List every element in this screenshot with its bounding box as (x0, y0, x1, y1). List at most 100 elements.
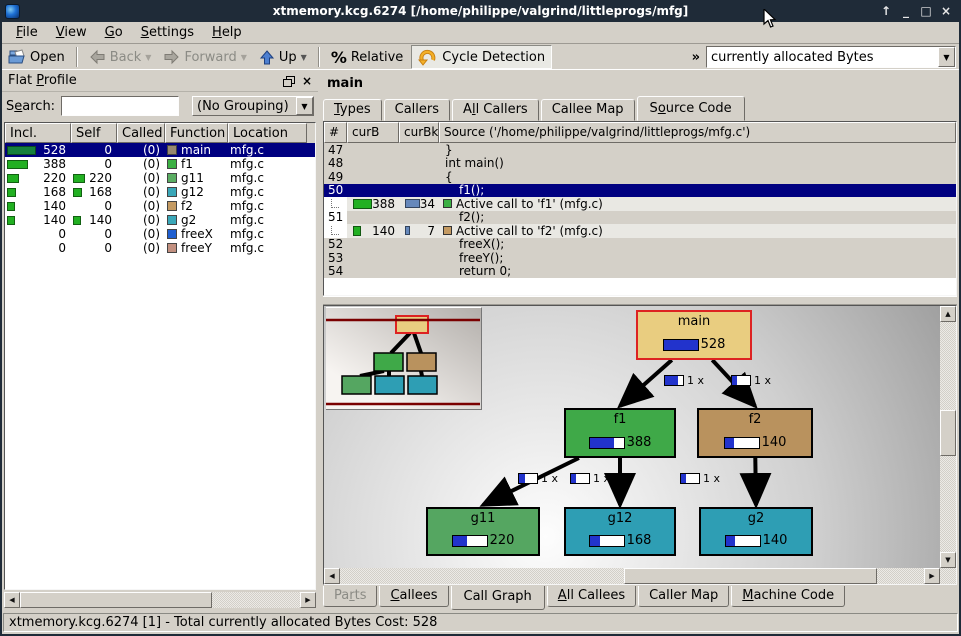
scroll-right-icon[interactable]: ▶ (924, 568, 940, 584)
forward-dropdown-icon[interactable]: ▼ (241, 53, 247, 62)
self-value: 0 (104, 199, 117, 213)
callee-color-icon (443, 199, 452, 208)
combo-arrow-icon[interactable]: ▼ (296, 97, 313, 115)
column-header-called[interactable]: Called (117, 123, 165, 143)
flat-profile-body: 5280(0)mainmfg.c3880(0)f1mfg.c220220(0)g… (5, 143, 315, 255)
flat-profile-row-g2[interactable]: 140140(0)g2mfg.c (5, 213, 315, 227)
flat-profile-hscrollbar[interactable]: ◀ ▶ (4, 592, 316, 608)
tab-machine-code[interactable]: Machine Code (731, 586, 845, 607)
source-line-51[interactable]: 51f2(); (324, 211, 956, 225)
up-button[interactable]: Up ▼ (253, 45, 313, 69)
source-column-curb[interactable]: curB (347, 122, 399, 143)
shade-button[interactable]: ↑ (879, 4, 893, 18)
source-line-49[interactable]: 49{ (324, 170, 956, 184)
open-button[interactable]: Open (2, 45, 71, 69)
scroll-thumb[interactable] (624, 568, 877, 584)
tab-caller-map[interactable]: Caller Map (638, 586, 729, 607)
menu-help[interactable]: Help (204, 23, 250, 42)
tab-call-graph[interactable]: Call Graph (451, 586, 545, 610)
function-name: g11 (181, 171, 204, 185)
tab-callee-map[interactable]: Callee Map (541, 99, 635, 121)
scroll-up-icon[interactable]: ▲ (940, 306, 956, 322)
menu-view[interactable]: View (48, 23, 95, 42)
source-column-source-[interactable]: Source ('/home/philippe/valgrind/littlep… (439, 122, 956, 143)
maximize-button[interactable]: □ (919, 4, 933, 18)
menu-settings[interactable]: Settings (133, 23, 202, 42)
column-header-location[interactable]: Location (228, 123, 307, 143)
tab-all-callees[interactable]: All Callees (547, 586, 636, 607)
back-button[interactable]: Back ▼ (83, 45, 158, 69)
relative-button[interactable]: % Relative (325, 45, 409, 69)
tab-source-code[interactable]: Source Code (637, 96, 745, 121)
event-type-select[interactable]: currently allocated Bytes ▼ (706, 46, 956, 68)
dock-float-icon[interactable] (283, 76, 294, 86)
graph-node-f2[interactable]: f2140 (697, 408, 813, 458)
self-value: 220 (89, 171, 117, 185)
scroll-left-icon[interactable]: ◀ (4, 592, 20, 608)
source-line-53[interactable]: 53freeY(); (324, 251, 956, 265)
node-cost-bar (589, 535, 625, 547)
incl-value: 528 (43, 143, 71, 157)
incl-value: 140 (43, 199, 71, 213)
combo-arrow-icon[interactable]: ▼ (938, 47, 955, 67)
menu-file[interactable]: File (8, 23, 46, 42)
scroll-down-icon[interactable]: ▼ (940, 552, 956, 568)
source-line-48[interactable]: 48int main() (324, 157, 956, 171)
tab-all-callers[interactable]: All Callers (452, 99, 539, 121)
column-header-function[interactable]: Function (165, 123, 228, 143)
tab-parts[interactable]: Parts (323, 586, 377, 607)
graph-vscrollbar[interactable]: ▲ ▼ (940, 306, 956, 584)
flat-profile-row-g12[interactable]: 168168(0)g12mfg.c (5, 185, 315, 199)
source-column-curbk[interactable]: curBk (399, 122, 439, 143)
flat-profile-row-g11[interactable]: 220220(0)g11mfg.c (5, 171, 315, 185)
up-label: Up (279, 50, 297, 65)
dock-close-icon[interactable]: × (302, 74, 312, 88)
column-header-incl-[interactable]: Incl. (5, 123, 71, 143)
flat-profile-row-freeX[interactable]: 00(0)freeXmfg.c (5, 227, 315, 241)
source-line-54[interactable]: 54return 0; (324, 265, 956, 279)
graph-overview-minimap[interactable] (326, 307, 482, 410)
scroll-right-icon[interactable]: ▶ (300, 592, 316, 608)
called-value: (0) (117, 143, 165, 157)
source-line-50[interactable]: 50f1(); (324, 184, 956, 198)
minimize-button[interactable]: _ (899, 4, 913, 18)
graph-node-g11[interactable]: g11220 (426, 507, 540, 556)
graph-node-g2[interactable]: g2140 (699, 507, 813, 556)
tab-types[interactable]: Types (323, 99, 382, 121)
source-line-52[interactable]: 52freeX(); (324, 238, 956, 252)
graph-node-f1[interactable]: f1388 (564, 408, 676, 458)
flat-profile-row-main[interactable]: 5280(0)mainmfg.c (5, 143, 315, 157)
tab-callers[interactable]: Callers (384, 99, 450, 121)
source-call-row[interactable]: 1407Active call to 'f2' (mfg.c) (324, 224, 956, 238)
toolbar: Open Back ▼ Forward ▼ Up ▼ % Relative Cy… (2, 45, 959, 70)
cycle-detection-button[interactable]: Cycle Detection (411, 45, 552, 69)
source-column--[interactable]: # (324, 122, 347, 143)
scroll-thumb[interactable] (940, 410, 956, 456)
function-color-icon (167, 187, 177, 197)
tab-callees[interactable]: Callees (379, 586, 448, 607)
graph-node-main[interactable]: main528 (636, 310, 752, 360)
function-color-icon (167, 215, 177, 225)
horizontal-splitter[interactable] (323, 296, 957, 305)
grouping-select[interactable]: (No Grouping) ▼ (192, 96, 314, 116)
search-input[interactable] (61, 96, 179, 116)
flat-profile-row-f1[interactable]: 3880(0)f1mfg.c (5, 157, 315, 171)
close-button[interactable]: × (939, 4, 953, 18)
menu-go[interactable]: Go (97, 23, 131, 42)
forward-button[interactable]: Forward ▼ (157, 45, 252, 69)
call-graph-canvas[interactable]: main528f1388f2140g11220g12168g2140 1 x1 … (324, 306, 940, 568)
source-line-47[interactable]: 47} (324, 143, 956, 157)
curBk-value: 7 (427, 224, 439, 238)
graph-node-g12[interactable]: g12168 (564, 507, 676, 556)
toolbar-overflow-icon[interactable]: » (686, 50, 706, 65)
up-dropdown-icon[interactable]: ▼ (301, 53, 307, 62)
flat-profile-row-freeY[interactable]: 00(0)freeYmfg.c (5, 241, 315, 255)
back-dropdown-icon[interactable]: ▼ (145, 53, 151, 62)
source-call-row[interactable]: 38834Active call to 'f1' (mfg.c) (324, 197, 956, 211)
graph-hscrollbar[interactable]: ◀ ▶ (324, 568, 940, 584)
flat-profile-header: Incl.SelfCalledFunctionLocation (5, 123, 315, 143)
flat-profile-row-f2[interactable]: 1400(0)f2mfg.c (5, 199, 315, 213)
column-header-self[interactable]: Self (71, 123, 117, 143)
scroll-left-icon[interactable]: ◀ (324, 568, 340, 584)
scroll-thumb[interactable] (20, 592, 212, 608)
